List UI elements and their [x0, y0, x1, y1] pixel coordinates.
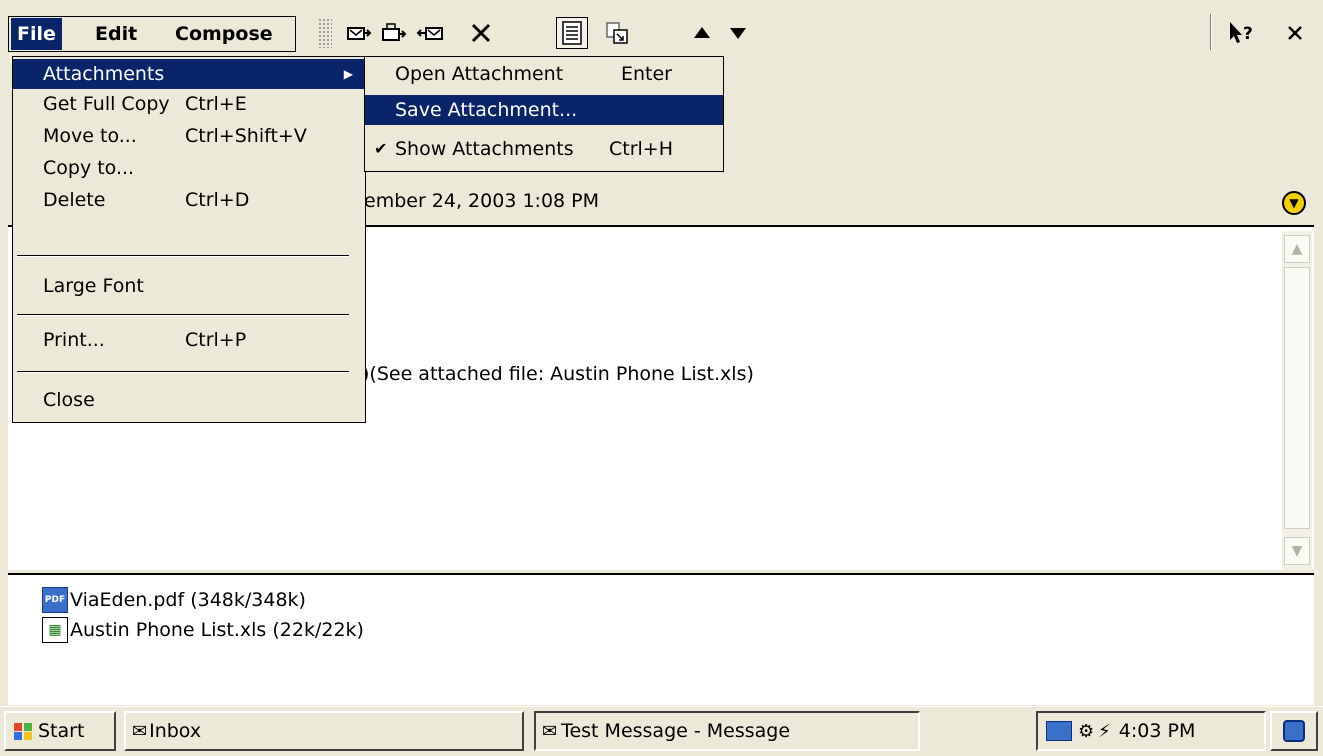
desktop-icon[interactable]	[1270, 711, 1318, 751]
reply-icon[interactable]	[343, 17, 375, 49]
menu-item-shortcut: Ctrl+P	[185, 329, 247, 351]
menu-item-shortcut: Enter	[621, 63, 672, 85]
menu-item-large-font[interactable]: Large Font	[13, 271, 365, 301]
taskbar-inbox[interactable]: ✉ Inbox	[124, 711, 524, 751]
attachment-name: Austin Phone List.xls (22k/22k)	[70, 619, 364, 641]
previous-icon[interactable]	[686, 17, 718, 49]
menu-item-save-attachment[interactable]: Save Attachment...	[365, 95, 723, 125]
power-icon[interactable]: ⚡	[1098, 721, 1111, 742]
menu-separator	[17, 314, 349, 316]
menu-item-label: Attachments	[43, 63, 165, 85]
menu-item-label: Show Attachments	[395, 138, 574, 160]
menu-file[interactable]: File	[11, 18, 62, 50]
menu-item-attachments[interactable]: Attachments ▶	[13, 59, 365, 89]
menu-item-label: Close	[43, 389, 95, 411]
taskbar-active-window[interactable]: ✉ Test Message - Message	[534, 711, 920, 751]
close-icon[interactable]	[1279, 17, 1311, 49]
clock[interactable]: 4:03 PM	[1119, 720, 1196, 742]
submenu-arrow-icon: ▶	[343, 67, 353, 81]
reply-all-icon[interactable]	[378, 17, 410, 49]
message-date: ember 24, 2003 1:08 PM	[364, 190, 600, 212]
pdf-icon: PDF	[42, 587, 68, 613]
menu-item-get-full-copy[interactable]: Get Full Copy Ctrl+E	[13, 89, 365, 119]
menu-file-label: File	[17, 23, 56, 45]
menu-compose[interactable]: Compose	[169, 18, 279, 50]
checkmark-icon: ✔	[374, 139, 388, 158]
attachment-item[interactable]: ▦ Austin Phone List.xls (22k/22k)	[42, 615, 364, 645]
menu-item-show-attachments[interactable]: ✔ Show Attachments Ctrl+H	[365, 134, 723, 164]
windows-logo-icon	[14, 723, 32, 740]
message-body-text: )(See attached file: Austin Phone List.x…	[362, 363, 754, 385]
taskbar: Start ✉ Inbox ✉ Test Message - Message ⚙…	[0, 706, 1323, 756]
menu-bar: File Edit Compose	[8, 16, 296, 52]
svg-text:?: ?	[1243, 24, 1253, 44]
forward-icon[interactable]	[413, 17, 445, 49]
menu-item-copy-to[interactable]: Copy to...	[13, 153, 365, 183]
menu-item-label: Copy to...	[43, 157, 135, 179]
menu-edit-label: Edit	[95, 23, 138, 45]
delete-icon[interactable]	[465, 17, 497, 49]
scroll-down-icon[interactable]: ▼	[1284, 537, 1310, 565]
menu-item-label: Delete	[43, 189, 106, 211]
excel-icon: ▦	[42, 617, 68, 643]
menu-item-label: Get Full Copy	[43, 93, 170, 115]
message-view-icon[interactable]	[556, 17, 588, 49]
menu-item-open-attachment[interactable]: Open Attachment Enter	[365, 59, 723, 89]
menu-separator	[17, 371, 349, 373]
start-button[interactable]: Start	[4, 711, 116, 751]
vertical-scrollbar[interactable]: ▲ ▼	[1282, 231, 1312, 571]
inbox-icon: ✉	[132, 720, 148, 742]
help-icon[interactable]: ?	[1225, 17, 1257, 49]
toolbar-grip[interactable]	[318, 18, 332, 48]
attachments-pane: PDF ViaEden.pdf (348k/348k) ▦ Austin Pho…	[8, 573, 1314, 705]
taskbar-active-window-label: Test Message - Message	[561, 720, 791, 742]
menu-item-print[interactable]: Print... Ctrl+P	[13, 325, 365, 355]
menu-separator	[17, 255, 349, 257]
menu-item-label: Large Font	[43, 275, 144, 297]
toolbar-separator	[1210, 14, 1212, 50]
download-icon[interactable]	[601, 17, 633, 49]
message-icon: ✉	[542, 720, 558, 742]
menu-item-move-to[interactable]: Move to... Ctrl+Shift+V	[13, 121, 365, 151]
attachment-name: ViaEden.pdf (348k/348k)	[70, 589, 306, 611]
input-panel-icon[interactable]	[1046, 721, 1072, 741]
menu-item-label: Open Attachment	[395, 63, 564, 85]
menu-item-shortcut: Ctrl+E	[185, 93, 247, 115]
menu-edit[interactable]: Edit	[89, 18, 143, 50]
menu-item-label: Move to...	[43, 125, 137, 147]
menu-item-label: Save Attachment...	[395, 99, 578, 121]
file-menu: Attachments ▶ Get Full Copy Ctrl+E Move …	[12, 56, 366, 423]
menu-item-delete[interactable]: Delete Ctrl+D	[13, 185, 365, 215]
taskbar-inbox-label: Inbox	[149, 720, 202, 742]
connection-icon[interactable]: ⚙	[1078, 721, 1094, 742]
start-label: Start	[38, 720, 85, 742]
menu-item-shortcut: Ctrl+D	[185, 189, 250, 211]
menu-item-close[interactable]: Close	[13, 385, 365, 415]
menu-item-shortcut: Ctrl+H	[609, 138, 674, 160]
scroll-thumb[interactable]	[1284, 267, 1310, 529]
menu-item-shortcut: Ctrl+Shift+V	[185, 125, 307, 147]
menu-compose-label: Compose	[175, 23, 273, 45]
scroll-up-icon[interactable]: ▲	[1284, 235, 1310, 263]
system-tray: ⚙ ⚡ 4:03 PM	[1036, 711, 1266, 751]
menu-item-label: Print...	[43, 329, 105, 351]
attachment-item[interactable]: PDF ViaEden.pdf (348k/348k)	[42, 585, 306, 615]
next-icon[interactable]	[722, 17, 754, 49]
attachments-submenu: Open Attachment Enter Save Attachment...…	[364, 56, 724, 172]
header-expand-icon[interactable]: ▼	[1282, 191, 1306, 215]
